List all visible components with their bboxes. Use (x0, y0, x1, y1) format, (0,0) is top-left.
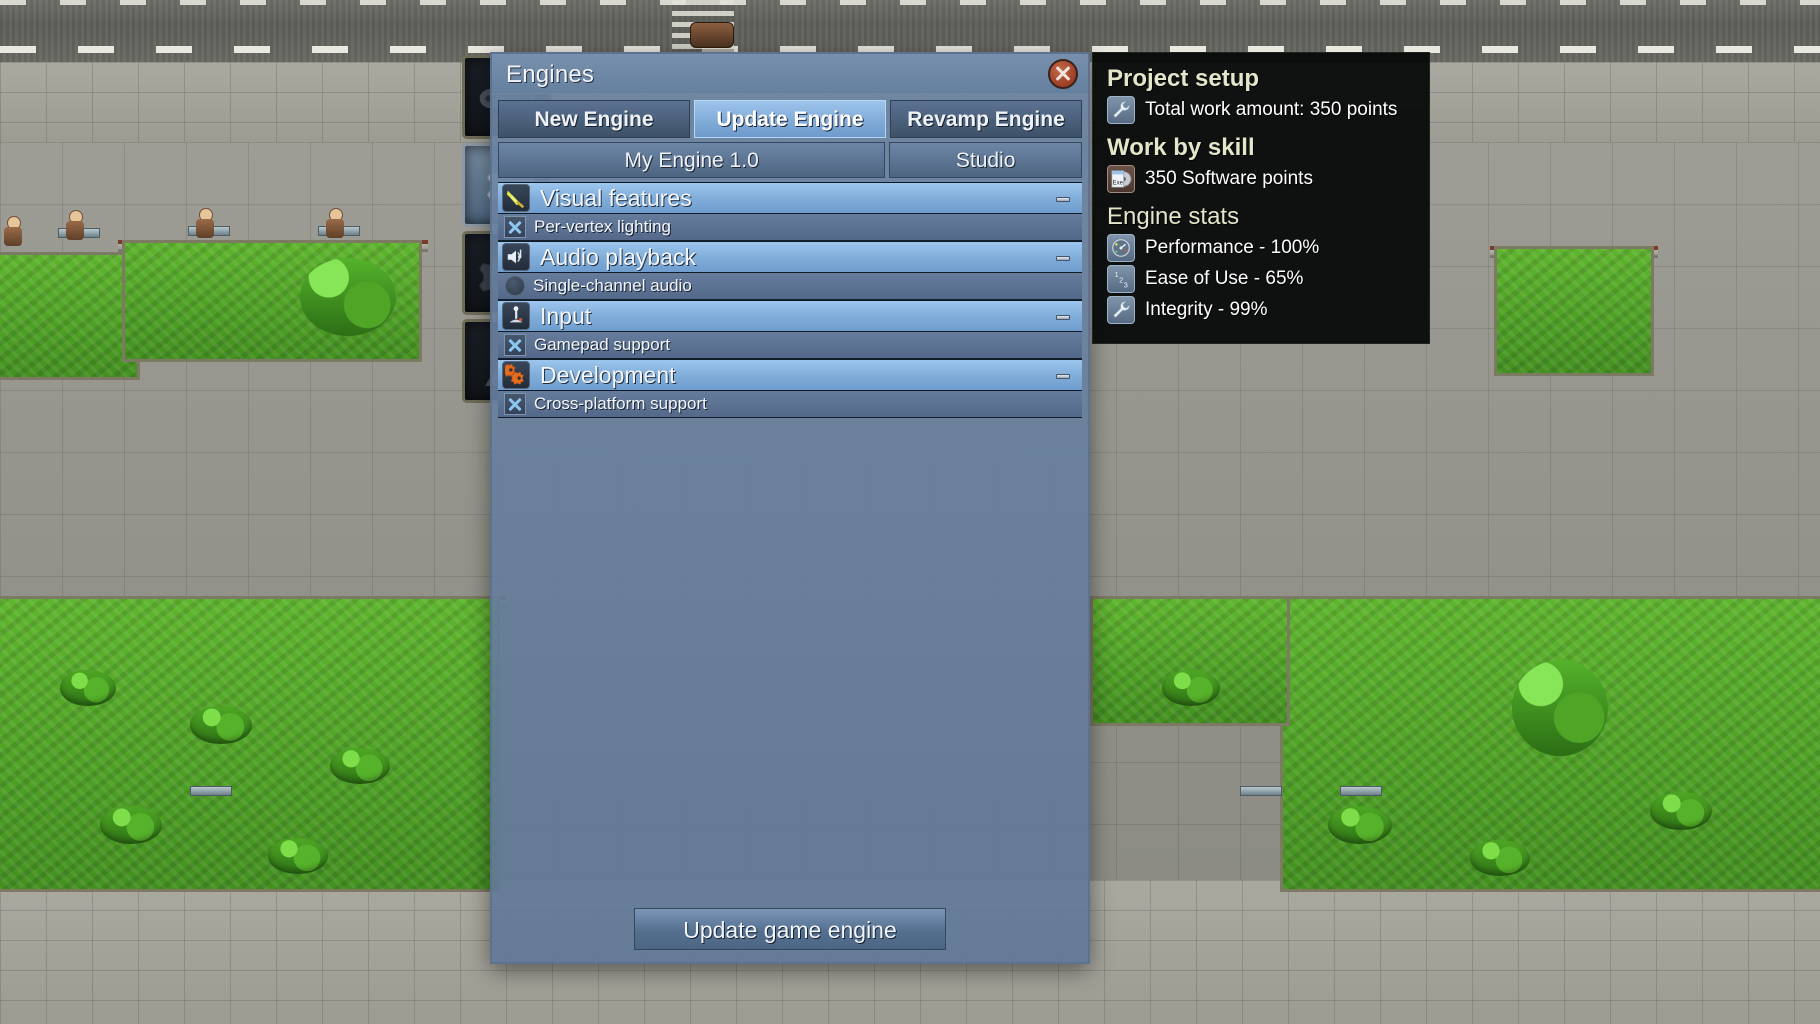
engines-dialog: Engines New Engine Update Engine Revamp … (490, 52, 1090, 964)
category-development[interactable]: Development (498, 359, 1082, 391)
bush (268, 838, 328, 874)
bush (60, 670, 116, 706)
engine-selector-row: My Engine 1.0 Studio (492, 138, 1088, 182)
feature-gamepad-support[interactable]: Gamepad support (498, 332, 1082, 359)
grass-patch (0, 596, 500, 892)
feature-label: Cross-platform support (534, 394, 707, 413)
collapse-toggle-icon[interactable] (1056, 197, 1070, 202)
update-game-engine-button[interactable]: Update game engine (634, 908, 946, 950)
bush (1328, 806, 1392, 844)
total-work-row: Total work amount: 350 points (1107, 96, 1415, 124)
svg-text:1: 1 (1115, 270, 1119, 279)
vehicle (690, 22, 734, 48)
svg-text:Exe: Exe (1113, 181, 1124, 187)
integrity-text: Integrity - 99% (1145, 299, 1268, 320)
gauge-icon (1107, 234, 1135, 262)
tab-new-engine[interactable]: New Engine (498, 100, 690, 138)
category-label: Input (540, 302, 592, 329)
integrity-row: Integrity - 99% (1107, 296, 1415, 324)
category-visual-features[interactable]: Visual features (498, 182, 1082, 214)
grass-patch (0, 252, 140, 380)
checkbox-x-icon[interactable] (504, 216, 526, 238)
bench (1240, 786, 1282, 796)
collapse-toggle-icon[interactable] (1056, 374, 1070, 379)
pedestrian (326, 208, 344, 238)
joystick-icon (502, 302, 530, 330)
tab-revamp-engine[interactable]: Revamp Engine (890, 100, 1082, 138)
subtab-studio[interactable]: Studio (889, 142, 1082, 178)
wrench-icon (1107, 296, 1135, 324)
collapse-toggle-icon[interactable] (1056, 256, 1070, 261)
feature-per-vertex-lighting[interactable]: Per-vertex lighting (498, 214, 1082, 241)
performance-row: Performance - 100% (1107, 234, 1415, 262)
road-edge-line (0, 0, 1820, 5)
pedestrian (196, 208, 214, 238)
feature-single-channel-audio[interactable]: Single-channel audio (498, 273, 1082, 300)
grass-patch (1494, 246, 1654, 376)
engine-stats-heading: Engine stats (1107, 203, 1240, 230)
wrench-icon (1107, 96, 1135, 124)
collapse-toggle-icon[interactable] (1056, 315, 1070, 320)
bush (1162, 670, 1220, 706)
pedestrian (66, 210, 84, 240)
bench (190, 786, 232, 796)
feature-list: Visual features Per-vertex lighting Audi… (492, 182, 1088, 418)
orange-gears-icon (502, 361, 530, 389)
software-points-row: Exe 350 Software points (1107, 165, 1415, 193)
checkbox-x-icon[interactable] (504, 393, 526, 415)
tree (300, 258, 396, 336)
subtab-my-engine[interactable]: My Engine 1.0 (498, 142, 886, 178)
total-work-text: Total work amount: 350 points (1145, 99, 1398, 120)
performance-text: Performance - 100% (1145, 237, 1320, 258)
tab-update-engine[interactable]: Update Engine (694, 100, 886, 138)
bush (190, 706, 252, 744)
tree (1512, 660, 1608, 756)
category-audio-playback[interactable]: Audio playback (498, 241, 1082, 273)
feature-cross-platform-support[interactable]: Cross-platform support (498, 391, 1082, 418)
project-info-panel: Project setup Total work amount: 350 poi… (1092, 52, 1430, 344)
category-label: Visual features (540, 184, 692, 211)
category-label: Audio playback (540, 243, 696, 270)
numbers-icon: 1 2 3 (1107, 265, 1135, 293)
close-icon[interactable] (1048, 59, 1078, 89)
radio-empty-icon[interactable] (505, 276, 525, 296)
bush (100, 806, 162, 844)
svg-text:3: 3 (1124, 280, 1128, 289)
dialog-titlebar: Engines (492, 54, 1088, 94)
ease-of-use-text: Ease of Use - 65% (1145, 268, 1304, 289)
category-input[interactable]: Input (498, 300, 1082, 332)
project-setup-heading: Project setup (1107, 65, 1260, 92)
bush (1470, 840, 1530, 876)
bush (330, 748, 390, 784)
software-points-text: 350 Software points (1145, 168, 1313, 189)
ease-of-use-row: 1 2 3 Ease of Use - 65% (1107, 265, 1415, 293)
grass-patch (1090, 596, 1290, 726)
flashlight-icon (502, 184, 530, 212)
work-by-skill-heading: Work by skill (1107, 134, 1255, 161)
bench (1340, 786, 1382, 796)
feature-label: Per-vertex lighting (534, 217, 672, 236)
checkbox-x-icon[interactable] (504, 334, 526, 356)
feature-label: Gamepad support (534, 335, 671, 354)
svg-text:2: 2 (1119, 276, 1123, 285)
exe-disc-icon: Exe (1107, 165, 1135, 193)
dialog-title: Engines (506, 61, 595, 88)
dialog-footer: Update game engine (492, 908, 1088, 950)
bush (1650, 792, 1712, 830)
speaker-note-icon (502, 243, 530, 271)
engine-mode-tabs: New Engine Update Engine Revamp Engine (492, 94, 1088, 138)
category-label: Development (540, 361, 676, 388)
feature-label: Single-channel audio (533, 276, 692, 295)
pedestrian (4, 216, 22, 246)
